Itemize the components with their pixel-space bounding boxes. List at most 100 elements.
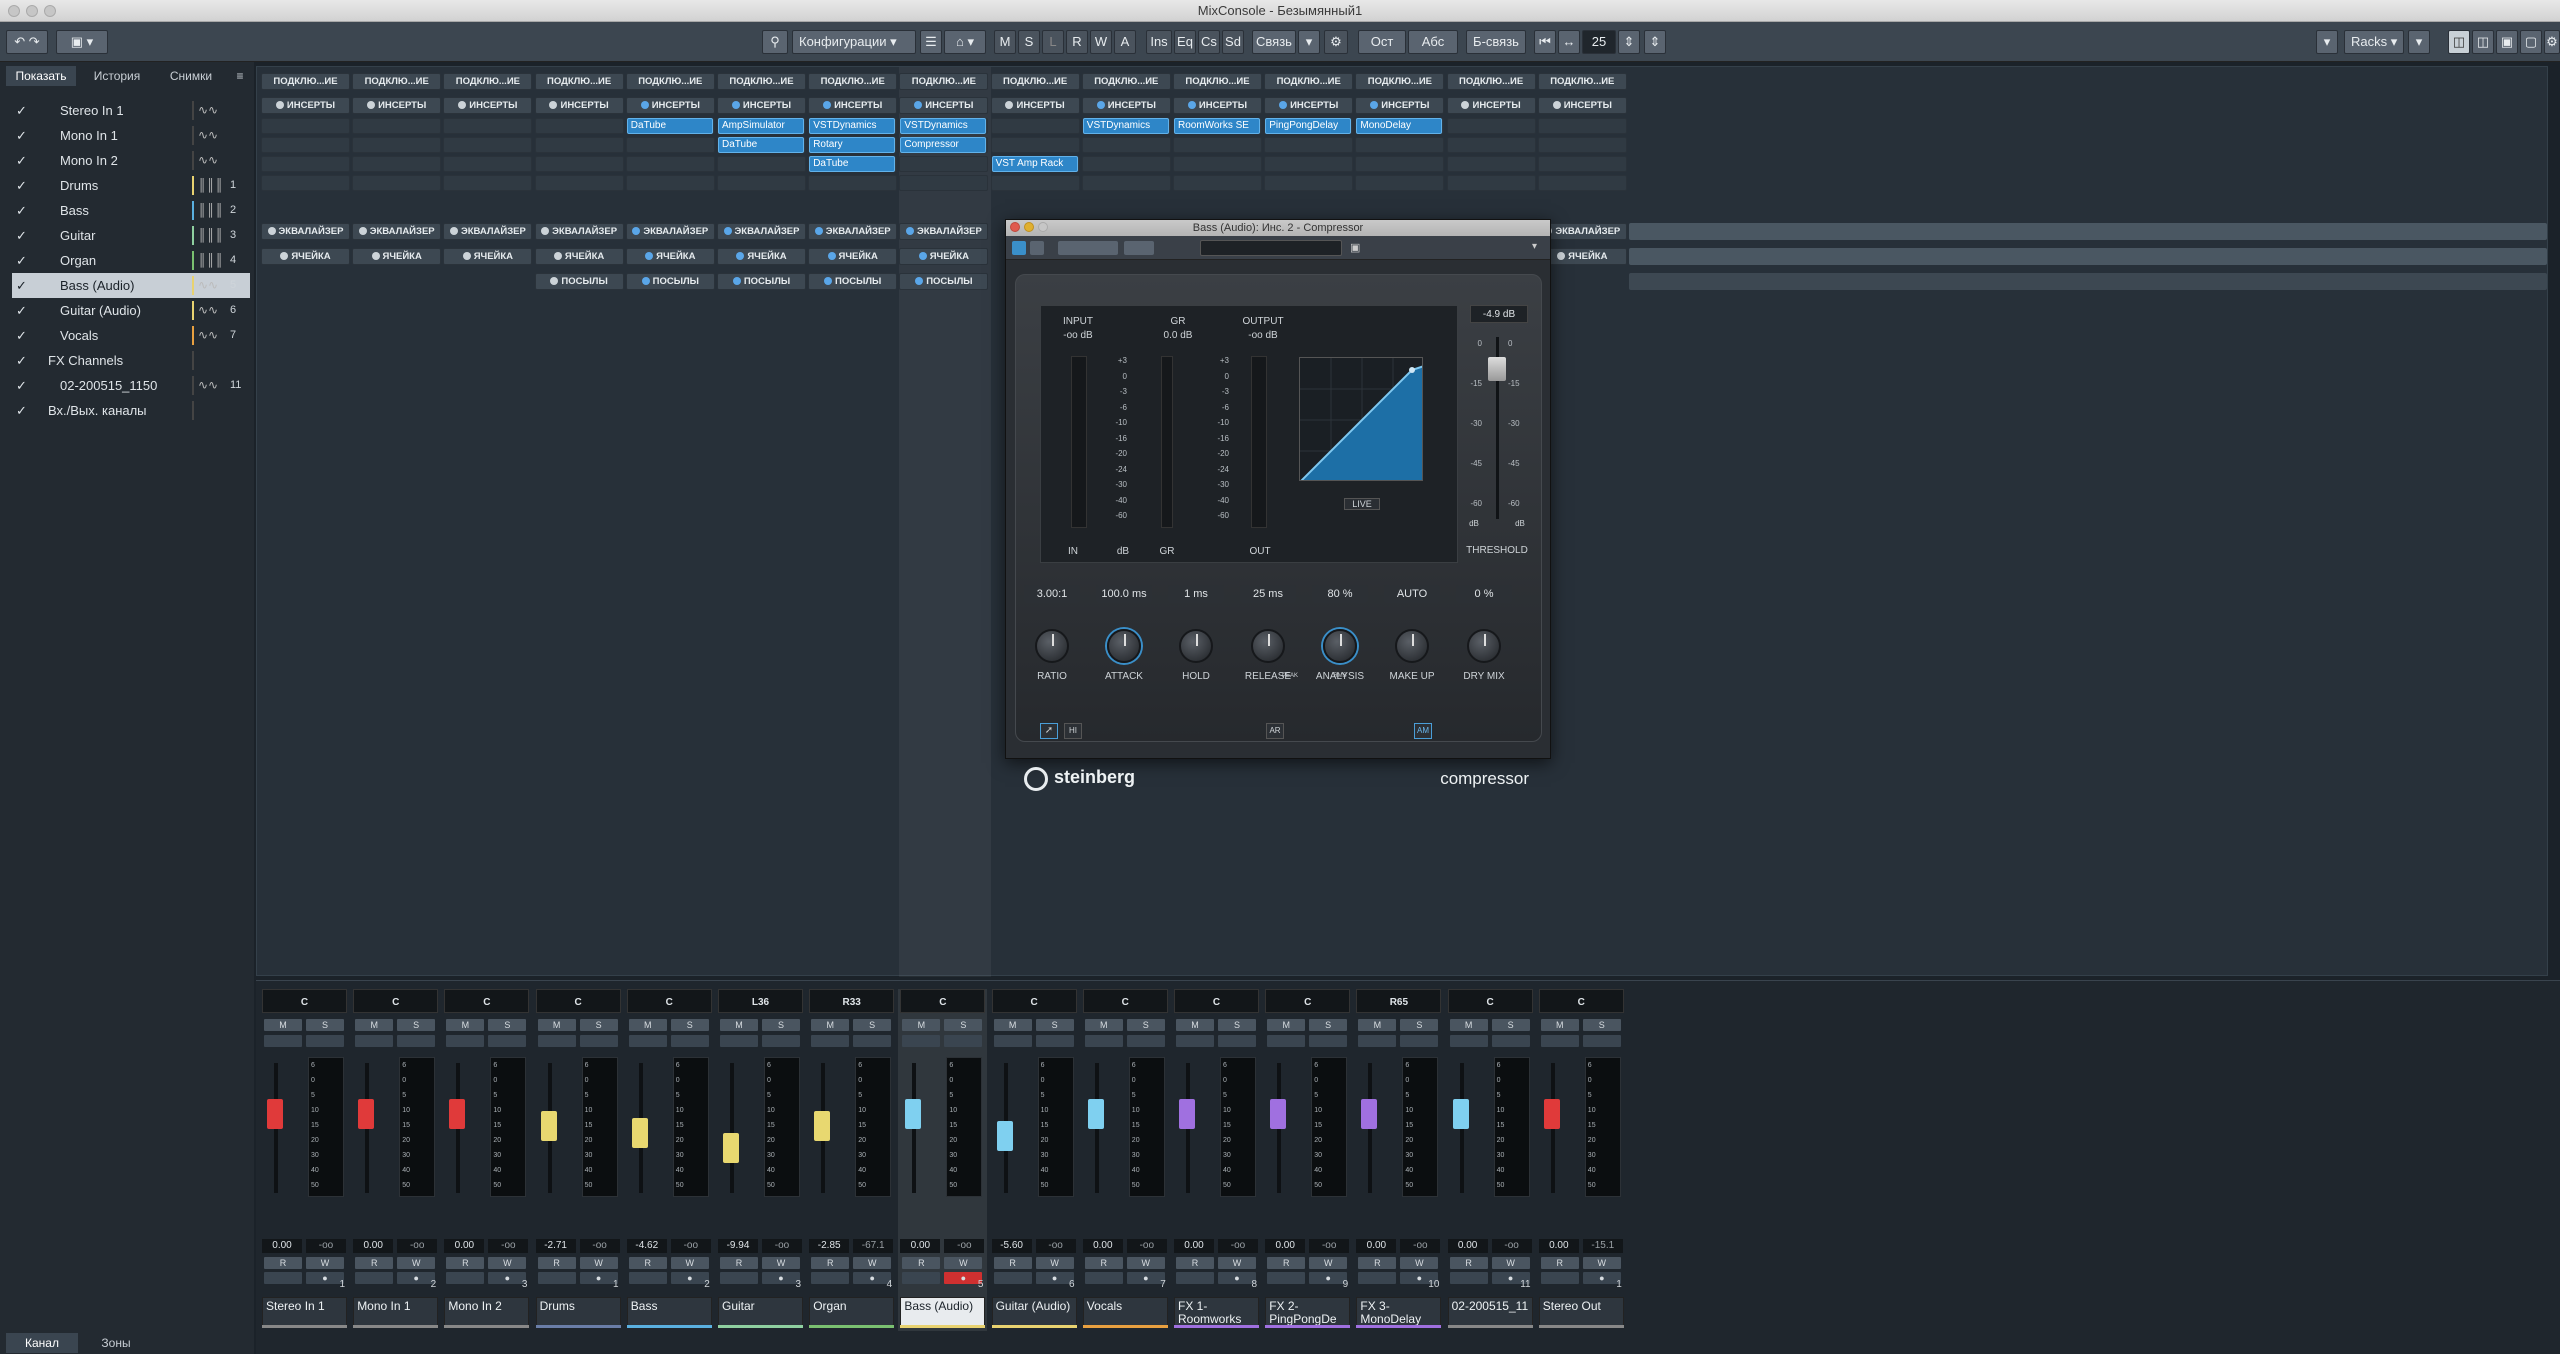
- rack-power-icon[interactable]: [541, 227, 550, 235]
- pan-control[interactable]: R33: [809, 989, 895, 1013]
- visibility-checkmark-icon[interactable]: ✓: [16, 323, 27, 348]
- pan-control[interactable]: C: [626, 989, 712, 1013]
- insert-slot[interactable]: [261, 156, 350, 172]
- plugin-zoom-button[interactable]: [1038, 222, 1048, 232]
- listen-button[interactable]: [264, 1035, 302, 1047]
- monitor-icon[interactable]: [488, 1035, 527, 1047]
- pan-control[interactable]: C: [444, 989, 530, 1013]
- record-enable-icon[interactable]: ●: [1309, 1272, 1348, 1284]
- pan-control[interactable]: C: [1447, 989, 1533, 1013]
- solo-button[interactable]: S: [306, 1019, 344, 1031]
- knob-value-make-up[interactable]: AUTO: [1384, 585, 1440, 603]
- rack-power-icon[interactable]: [1096, 101, 1105, 109]
- channel-list-item[interactable]: ✓ Guitar ║║║ 3: [12, 223, 250, 248]
- listen-button[interactable]: [902, 1035, 941, 1047]
- monitor-icon[interactable]: [670, 1035, 709, 1047]
- knob-ratio[interactable]: [1035, 629, 1069, 663]
- solo-button[interactable]: S: [944, 1019, 983, 1031]
- monitor-icon[interactable]: [579, 1035, 618, 1047]
- read-button[interactable]: R: [446, 1257, 485, 1269]
- inserts-rack-header[interactable]: ИНСЕРТЫ: [1355, 97, 1445, 114]
- channel-list-item[interactable]: ✓ Mono In 1 ∿∿: [12, 123, 250, 148]
- channel-name-field[interactable]: Organ: [809, 1297, 895, 1327]
- rack-power-icon[interactable]: [1187, 101, 1196, 109]
- solo-button[interactable]: S: [853, 1019, 892, 1031]
- channel-list-item[interactable]: ✓ Organ ║║║ 4: [12, 248, 250, 273]
- channel-name-field[interactable]: Mono In 2: [444, 1297, 530, 1327]
- rack-power-icon[interactable]: [458, 101, 467, 109]
- insert-slot[interactable]: [990, 137, 1080, 153]
- minimize-window-button[interactable]: [26, 5, 38, 17]
- channel-strip-rack-header[interactable]: ЯЧЕЙКА: [443, 248, 533, 265]
- solo-button[interactable]: S: [1309, 1019, 1348, 1031]
- channel-name-field[interactable]: 02-200515_11: [1447, 1297, 1533, 1327]
- inserts-rack-header[interactable]: ИНСЕРТЫ: [1264, 97, 1354, 114]
- mute-button[interactable]: M: [902, 1019, 941, 1031]
- routing-rack-header[interactable]: ПОДКЛЮ...ИЕ: [1264, 73, 1354, 90]
- inserts-rack-header[interactable]: ИНСЕРТЫ: [1173, 97, 1262, 114]
- pan-control[interactable]: R65: [1356, 989, 1442, 1013]
- pan-control[interactable]: C: [1082, 989, 1168, 1013]
- record-enable-icon[interactable]: ●: [762, 1272, 800, 1284]
- insert-slot[interactable]: [625, 175, 715, 191]
- rack-power-icon[interactable]: [641, 277, 650, 285]
- rack-power-icon[interactable]: [632, 227, 641, 235]
- rack-power-icon[interactable]: [736, 252, 745, 260]
- listen-button[interactable]: [811, 1035, 850, 1047]
- volume-fader[interactable]: [358, 1099, 375, 1129]
- search-icon[interactable]: ⚲: [762, 30, 788, 54]
- plugin-power-icon[interactable]: [1012, 241, 1026, 255]
- record-enable-icon[interactable]: ●: [670, 1272, 709, 1284]
- channel-name-field[interactable]: Mono In 1: [353, 1297, 439, 1327]
- insert-plugin-slot[interactable]: AmpSimulator: [718, 118, 804, 134]
- insert-slot[interactable]: [1446, 137, 1536, 153]
- routing-rack-header[interactable]: ПОДКЛЮ...ИЕ: [717, 73, 806, 90]
- mute-button[interactable]: M: [264, 1019, 302, 1031]
- insert-slot[interactable]: [352, 156, 442, 172]
- left-zone-icon[interactable]: ◫: [2448, 30, 2470, 54]
- listen-button[interactable]: [1176, 1035, 1214, 1047]
- narrow-channels-icon[interactable]: ⏮: [1534, 30, 1556, 54]
- inserts-rack-header[interactable]: ИНСЕРТЫ: [990, 97, 1080, 114]
- insert-slot[interactable]: [1446, 175, 1536, 191]
- agent-icon[interactable]: ☰: [920, 30, 942, 54]
- rack-power-icon[interactable]: [1279, 101, 1288, 109]
- edit-channel-icon[interactable]: [811, 1272, 850, 1284]
- volume-value[interactable]: 0.00: [444, 1239, 485, 1253]
- solo-button[interactable]: S: [579, 1019, 618, 1031]
- knob-value-hold[interactable]: 1 ms: [1168, 585, 1224, 603]
- eq-rack-header[interactable]: ЭКВАЛАЙЗЕР: [443, 223, 533, 240]
- monitor-icon[interactable]: [853, 1035, 892, 1047]
- edit-channel-icon[interactable]: [1540, 1272, 1579, 1284]
- rack-power-icon[interactable]: [827, 252, 836, 260]
- write-button[interactable]: W: [670, 1257, 709, 1269]
- auto-release-button[interactable]: AR: [1266, 723, 1284, 739]
- volume-value[interactable]: -2.71: [535, 1239, 576, 1253]
- insert-slot[interactable]: [717, 156, 806, 172]
- visibility-checkmark-icon[interactable]: ✓: [16, 148, 27, 173]
- insert-slot[interactable]: [1537, 118, 1627, 134]
- write-button[interactable]: W: [853, 1257, 892, 1269]
- insert-plugin-slot[interactable]: VSTDynamics: [900, 118, 987, 134]
- absolute-button[interactable]: Абс: [1408, 30, 1458, 54]
- insert-slot[interactable]: [1081, 156, 1171, 172]
- mute-button[interactable]: M: [355, 1019, 394, 1031]
- mute-button[interactable]: M: [628, 1019, 667, 1031]
- knob-value-analysis[interactable]: 80 %: [1312, 585, 1368, 603]
- insert-slot[interactable]: [1173, 175, 1262, 191]
- pan-control[interactable]: C: [1265, 989, 1351, 1013]
- volume-fader[interactable]: [1087, 1099, 1104, 1129]
- inserts-rack-header[interactable]: ИНСЕРТЫ: [1446, 97, 1536, 114]
- pan-control[interactable]: C: [535, 989, 621, 1013]
- solo-button[interactable]: S: [1400, 1019, 1439, 1031]
- volume-value[interactable]: 0.00: [1265, 1239, 1306, 1253]
- insert-slot[interactable]: [1446, 118, 1536, 134]
- sends-rack-header[interactable]: ПОСЫЛЫ: [717, 273, 806, 290]
- pan-control[interactable]: C: [262, 989, 347, 1013]
- insert-plugin-slot[interactable]: DaTube: [718, 137, 804, 153]
- insert-plugin-slot[interactable]: DaTube: [626, 118, 713, 134]
- panel-menu-icon[interactable]: ≡: [230, 66, 250, 86]
- rack-power-icon[interactable]: [267, 227, 276, 235]
- threshold-fader[interactable]: [1488, 357, 1506, 381]
- sends-rack-header[interactable]: ПОСЫЛЫ: [534, 273, 624, 290]
